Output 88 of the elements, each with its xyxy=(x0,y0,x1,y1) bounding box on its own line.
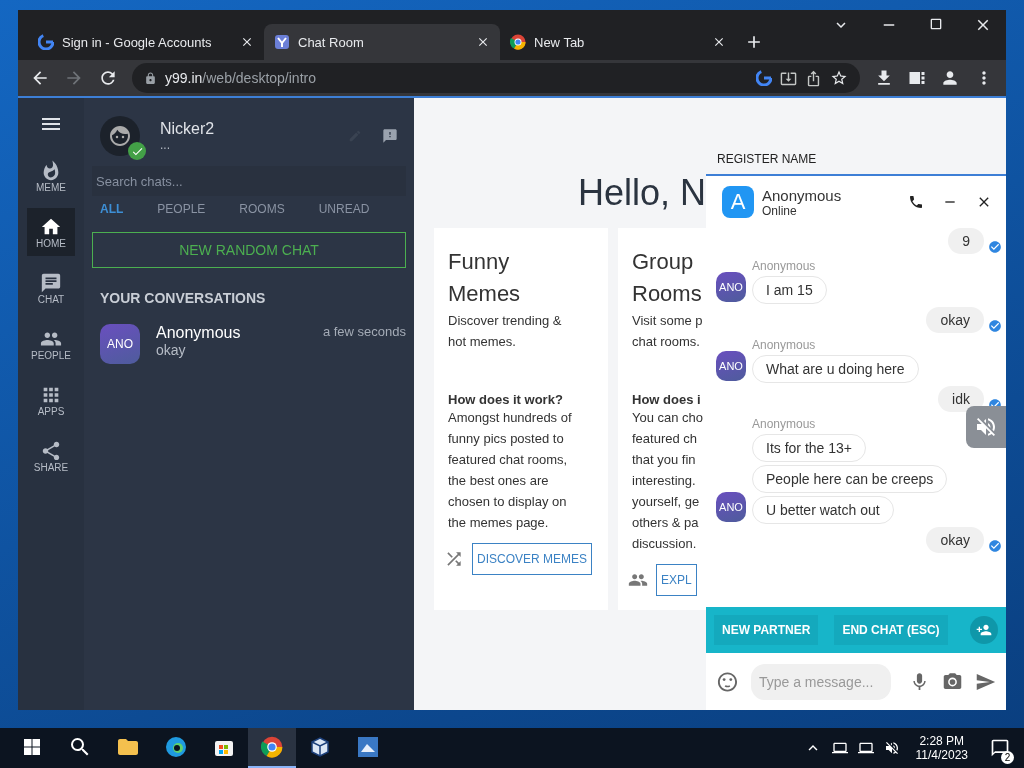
card-subheading: How does i xyxy=(632,392,702,407)
volume-muted-icon[interactable] xyxy=(883,740,900,756)
nav-item[interactable]: CHAT xyxy=(27,264,75,312)
contact-name[interactable]: Anonymous xyxy=(156,324,241,342)
sent-message: idk xyxy=(938,386,984,412)
sender-avatar: ANO xyxy=(716,492,746,522)
feedback-icon[interactable] xyxy=(382,128,398,144)
nav-item[interactable]: MEME xyxy=(27,152,75,200)
cube-icon[interactable] xyxy=(309,736,331,758)
star-icon[interactable] xyxy=(830,69,848,87)
edge-icon[interactable] xyxy=(165,736,187,758)
install-icon[interactable] xyxy=(780,69,797,87)
card-subheading: How does it work? xyxy=(448,392,564,407)
site-logo-icon xyxy=(274,34,290,50)
contact-avatar[interactable]: ANO xyxy=(100,324,140,364)
share-icon xyxy=(40,439,62,462)
partner-name: Anonymous xyxy=(762,186,842,204)
filter-tab[interactable]: ALL xyxy=(100,202,124,216)
emoji-icon[interactable] xyxy=(716,669,739,694)
new-random-chat-button[interactable]: NEW RANDOM CHAT xyxy=(92,232,406,268)
google-icon xyxy=(38,34,54,50)
google-icon[interactable] xyxy=(756,70,772,86)
monitor-icon[interactable] xyxy=(831,740,848,756)
browser-tab[interactable]: New Tab xyxy=(500,24,736,60)
profile-name: Nicker2 xyxy=(160,120,215,138)
browser-tab[interactable]: Chat Room xyxy=(264,24,500,60)
lock-icon[interactable] xyxy=(144,71,157,85)
chrome-icon xyxy=(510,34,526,50)
notification-count: 2 xyxy=(1001,751,1014,764)
maximize-icon[interactable] xyxy=(928,16,944,32)
search-field[interactable]: Search chats... xyxy=(92,166,406,196)
card-intro: Visit some p chat rooms. xyxy=(632,312,704,351)
card-title: Group Rooms xyxy=(632,248,703,308)
mute-button[interactable] xyxy=(966,406,1006,448)
add-person-icon xyxy=(976,622,992,638)
tab-title: Chat Room xyxy=(298,34,365,50)
start-icon[interactable] xyxy=(24,739,40,755)
close-icon[interactable] xyxy=(240,35,254,49)
section-heading: YOUR CONVERSATIONS xyxy=(99,289,267,306)
sender-name: Anonymous xyxy=(752,338,816,352)
profile-status: ... xyxy=(160,138,171,152)
window-app-icon[interactable] xyxy=(357,736,379,758)
close-icon[interactable] xyxy=(476,35,490,49)
sent-message: okay xyxy=(926,527,984,553)
card-button[interactable]: DISCOVER MEMES xyxy=(472,543,592,575)
taskbar-app[interactable] xyxy=(248,728,296,768)
card-text: Amongst hundreds of funny pics posted to featured chat rooms, the best ones are chosen to display on the memes page. xyxy=(448,409,573,532)
chat-icon xyxy=(40,271,62,294)
share-icon[interactable] xyxy=(805,69,822,87)
phone-icon[interactable] xyxy=(908,194,924,210)
side-panel-icon[interactable] xyxy=(908,69,926,87)
filter-tab[interactable]: PEOPLE xyxy=(157,202,206,216)
sender-avatar: ANO xyxy=(716,272,746,302)
clock-date[interactable]: 11/4/2023 xyxy=(915,748,968,762)
register-name-link[interactable]: REGISTER NAME xyxy=(706,98,1006,174)
browser-tab[interactable]: Sign in - Google Accounts xyxy=(28,24,264,60)
message-time: a few seconds xyxy=(322,324,406,341)
sent-message: okay xyxy=(926,307,984,333)
nav-item[interactable]: SHARE xyxy=(27,432,75,480)
sender-avatar: ANO xyxy=(716,351,746,381)
shuffle-icon xyxy=(444,549,464,569)
reload-icon[interactable] xyxy=(98,68,118,88)
card-text: You can cho featured ch that you fin interesting. yourself, ge others & pa discussion. xyxy=(632,409,705,553)
greeting-heading: Hello, N xyxy=(577,172,706,214)
sender-name: Anonymous xyxy=(752,259,816,273)
filter-tab[interactable]: UNREAD xyxy=(318,202,370,216)
nav-item[interactable]: HOME xyxy=(27,208,75,256)
speaker-muted-icon xyxy=(974,415,998,439)
chrome-icon[interactable] xyxy=(261,736,283,758)
sent-message: 9 xyxy=(948,228,984,254)
last-message: okay xyxy=(156,342,187,358)
partner-status: Online xyxy=(762,203,797,218)
card-button[interactable]: EXPL xyxy=(656,564,697,596)
message-input[interactable]: Type a message... xyxy=(750,663,891,700)
profile-avatar[interactable] xyxy=(100,116,140,156)
partner-avatar: A xyxy=(722,186,754,218)
face-icon xyxy=(108,124,132,148)
tab-title: Sign in - Google Accounts xyxy=(62,34,213,50)
filter-tab[interactable]: ROOMS xyxy=(239,202,285,216)
card-intro: Discover trending & hot memes. xyxy=(448,312,563,351)
tab-title: New Tab xyxy=(534,34,586,50)
card-title: Funny Memes xyxy=(448,248,522,308)
nav-item[interactable]: APPS xyxy=(27,376,75,424)
nav-item[interactable]: PEOPLE xyxy=(27,320,75,368)
add-friend-button[interactable] xyxy=(970,616,998,644)
clock-time[interactable]: 2:28 PM xyxy=(919,734,965,748)
sender-name: Anonymous xyxy=(752,417,816,431)
close-icon[interactable] xyxy=(712,35,726,49)
